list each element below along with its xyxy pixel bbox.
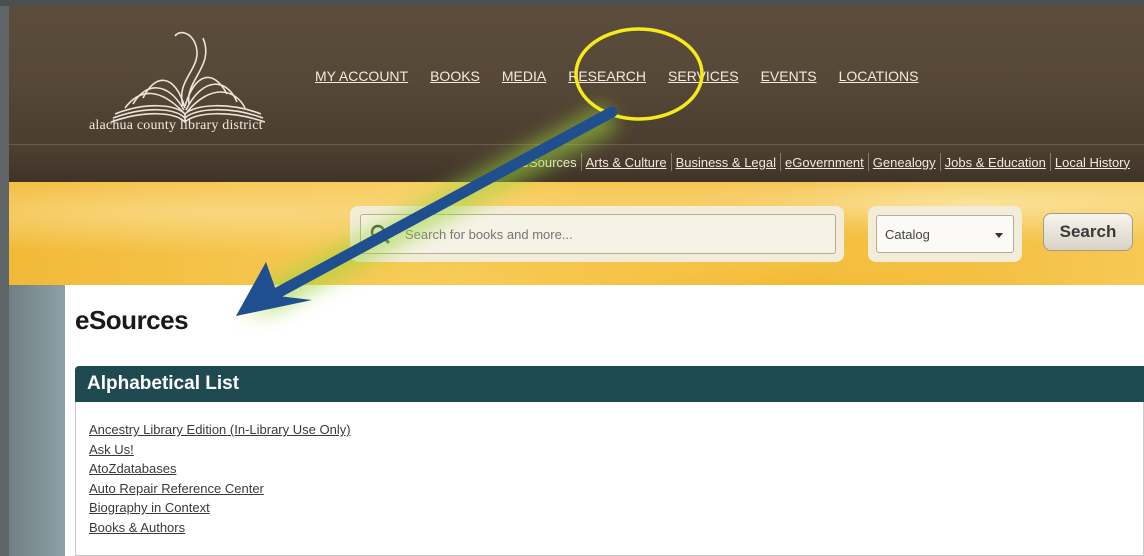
search-button[interactable]: Search — [1043, 213, 1133, 251]
site-header: alachua county library district MY ACCOU… — [9, 6, 1144, 144]
esource-link[interactable]: Ask Us! — [89, 442, 134, 457]
subnav-egovernment[interactable]: eGovernment — [781, 155, 868, 170]
logo-text: alachua county library district — [89, 118, 263, 133]
subnav-local-history[interactable]: Local History — [1051, 155, 1134, 170]
list-item: Ancestry Library Edition (In-Library Use… — [89, 420, 351, 440]
list-item: Biography in Context — [89, 498, 351, 518]
list-item: AtoZdatabases — [89, 459, 351, 479]
esource-link[interactable]: Ancestry Library Edition (In-Library Use… — [89, 422, 351, 437]
subnav-business-legal[interactable]: Business & Legal — [672, 155, 780, 170]
main-navigation: MY ACCOUNT BOOKS MEDIA RESEARCH SERVICES… — [315, 68, 940, 84]
subnav-jobs-education[interactable]: Jobs & Education — [941, 155, 1050, 170]
nav-media[interactable]: MEDIA — [502, 68, 546, 84]
esource-link[interactable]: Books & Authors — [89, 520, 185, 535]
chevron-down-icon — [995, 233, 1003, 238]
search-scope-value: Catalog — [885, 227, 930, 242]
search-scope-select[interactable]: Catalog — [876, 215, 1014, 253]
subnav-genealogy[interactable]: Genealogy — [869, 155, 940, 170]
esource-link[interactable]: AtoZdatabases — [89, 461, 176, 476]
nav-my-account[interactable]: MY ACCOUNT — [315, 68, 408, 84]
nav-services[interactable]: SERVICES — [668, 68, 739, 84]
alphabetical-list-header: Alphabetical List — [75, 366, 1144, 402]
nav-events[interactable]: EVENTS — [761, 68, 817, 84]
nav-locations[interactable]: LOCATIONS — [839, 68, 919, 84]
left-sidebar — [9, 285, 65, 556]
page-title: eSources — [75, 305, 189, 335]
list-item: Ask Us! — [89, 440, 351, 460]
list-item: Books & Authors — [89, 518, 351, 538]
nav-research[interactable]: RESEARCH — [568, 68, 646, 84]
nav-books[interactable]: BOOKS — [430, 68, 480, 84]
research-subnav-bar: eSources Arts & Culture Business & Legal… — [9, 144, 1144, 183]
esource-link[interactable]: Auto Repair Reference Center — [89, 481, 264, 496]
subnav-esources[interactable]: eSources — [518, 155, 581, 170]
esources-list: Ancestry Library Edition (In-Library Use… — [89, 420, 351, 537]
list-item: Auto Repair Reference Center — [89, 479, 351, 499]
search-icon — [370, 224, 390, 244]
window-frame-left — [0, 0, 9, 556]
research-subnav: eSources Arts & Culture Business & Legal… — [518, 153, 1134, 171]
subnav-arts-culture[interactable]: Arts & Culture — [582, 155, 671, 170]
esource-link[interactable]: Biography in Context — [89, 500, 210, 515]
search-input[interactable] — [360, 214, 836, 254]
list-header-label: Alphabetical List — [87, 373, 240, 394]
